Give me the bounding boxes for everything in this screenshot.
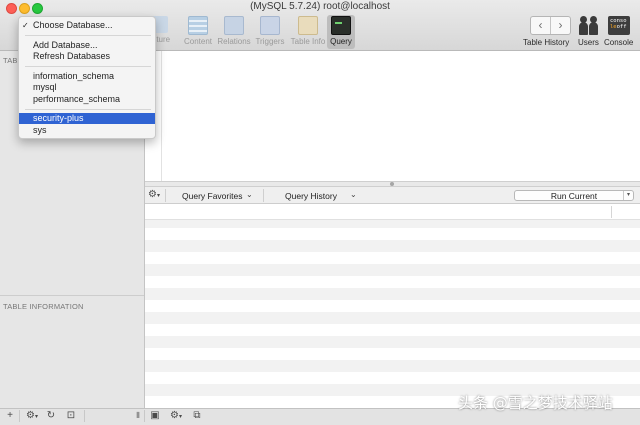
results-column-divider[interactable] — [611, 206, 612, 218]
bottom-separator — [144, 410, 145, 422]
menu-item-database[interactable]: sys — [19, 125, 155, 136]
add-table-button[interactable]: + — [4, 409, 16, 423]
menu-item-label: Refresh Databases — [33, 51, 111, 61]
menu-separator — [25, 35, 151, 36]
run-current-label: Run Current — [550, 191, 598, 201]
tab-query[interactable]: Query — [327, 15, 355, 49]
table-history-nav: ‹ › — [530, 16, 571, 35]
watermark-text: 头条 @雪之梦技术驿站 — [458, 394, 613, 412]
query-favorites-menu[interactable]: Query Favorites — [182, 191, 242, 201]
query-results-table[interactable] — [145, 204, 640, 408]
tab-relations[interactable]: Relations — [216, 15, 252, 49]
console-button[interactable]: conso leoff — [608, 16, 630, 35]
panel-icon: ▣ — [150, 410, 160, 421]
filter-icon: ⊡ — [66, 410, 76, 421]
menu-item-database-selected[interactable]: security-plus — [19, 113, 155, 124]
menu-separator — [25, 109, 151, 110]
history-back-button[interactable]: ‹ — [531, 17, 551, 34]
console-icon-line-3: off — [616, 24, 627, 30]
tab-content[interactable]: Content — [180, 15, 216, 49]
gear-icon: ⚙ — [170, 410, 179, 421]
chevron-down-icon: ⌄ — [350, 190, 357, 199]
query-icon — [331, 16, 351, 35]
bottom-separator — [19, 410, 20, 422]
relations-icon — [224, 16, 244, 35]
tab-table-info[interactable]: Table Info — [290, 15, 326, 49]
content-icon — [188, 16, 208, 35]
run-current-button[interactable]: Run Current ▾ — [514, 190, 634, 201]
query-gear-menu[interactable]: ⚙▾ — [148, 189, 160, 200]
sidebar-divider[interactable] — [0, 295, 144, 296]
results-actions-button[interactable]: ⚙▾ — [167, 409, 185, 423]
copy-results-button[interactable]: ⧉ — [190, 409, 204, 423]
copy-icon: ⧉ — [193, 410, 201, 421]
menu-item-add-database[interactable]: Add Database... — [19, 40, 155, 51]
plus-icon: + — [7, 410, 13, 421]
menu-item-database[interactable]: information_schema — [19, 71, 155, 82]
window-title: (MySQL 5.7.24) root@localhost — [250, 1, 390, 12]
tab-query-label: Query — [330, 37, 352, 46]
checkmark-icon: ✓ — [22, 21, 29, 30]
chevron-down-icon: ⌄ — [246, 190, 253, 199]
run-options-chevron-icon[interactable]: ▾ — [623, 191, 633, 200]
filter-tables-button[interactable]: ⊡ — [64, 409, 78, 423]
gear-icon: ⚙ — [26, 410, 35, 421]
menu-item-refresh-databases[interactable]: Refresh Databases — [19, 51, 155, 62]
refresh-icon: ↻ — [46, 410, 56, 421]
query-bar-separator — [165, 189, 166, 202]
triggers-icon — [260, 16, 280, 35]
table-history-label: Table History — [523, 38, 570, 47]
console-icon-line-2: le — [610, 24, 617, 30]
tab-content-label: Content — [183, 37, 213, 46]
query-history-menu[interactable]: Query History — [285, 191, 337, 201]
table-information-header: TABLE INFORMATION — [3, 302, 84, 311]
results-header-row — [145, 204, 640, 220]
database-name: information_schema — [33, 71, 115, 81]
gear-icon: ⚙ — [148, 189, 157, 200]
table-actions-button[interactable]: ⚙▾ — [23, 409, 41, 423]
refresh-tables-button[interactable]: ↻ — [44, 409, 58, 423]
menu-separator — [25, 66, 151, 67]
database-name: sys — [33, 125, 47, 135]
users-button[interactable] — [578, 15, 600, 35]
database-name: security-plus — [33, 113, 84, 123]
database-name: mysql — [33, 82, 57, 92]
table-info-icon — [298, 16, 318, 35]
bottom-separator — [84, 410, 85, 422]
menu-item-database[interactable]: performance_schema — [19, 94, 155, 105]
tab-relations-label: Relations — [217, 37, 251, 46]
tab-table-info-label: Table Info — [290, 37, 326, 46]
tab-triggers[interactable]: Triggers — [252, 15, 288, 49]
splitter-handle-icon[interactable] — [390, 182, 394, 186]
history-forward-button[interactable]: › — [551, 17, 570, 34]
query-editor[interactable] — [145, 51, 640, 181]
menu-item-database[interactable]: mysql — [19, 82, 155, 93]
database-name: performance_schema — [33, 94, 121, 104]
users-icon — [579, 16, 588, 35]
menu-item-choose-database[interactable]: ✓ Choose Database... — [19, 20, 155, 31]
resize-grip-icon: ⦀ — [136, 411, 140, 420]
sidebar-resize-handle[interactable]: ⦀ — [134, 409, 142, 423]
tab-triggers-label: Triggers — [255, 37, 285, 46]
menu-item-label: Choose Database... — [33, 20, 113, 30]
console-label: Console — [604, 38, 634, 47]
query-bar-separator — [263, 189, 264, 202]
toggle-panel-button[interactable]: ▣ — [148, 409, 162, 423]
choose-database-menu: ✓ Choose Database... Add Database... Ref… — [18, 16, 156, 139]
menu-item-label: Add Database... — [33, 40, 98, 50]
users-label: Users — [578, 38, 599, 47]
